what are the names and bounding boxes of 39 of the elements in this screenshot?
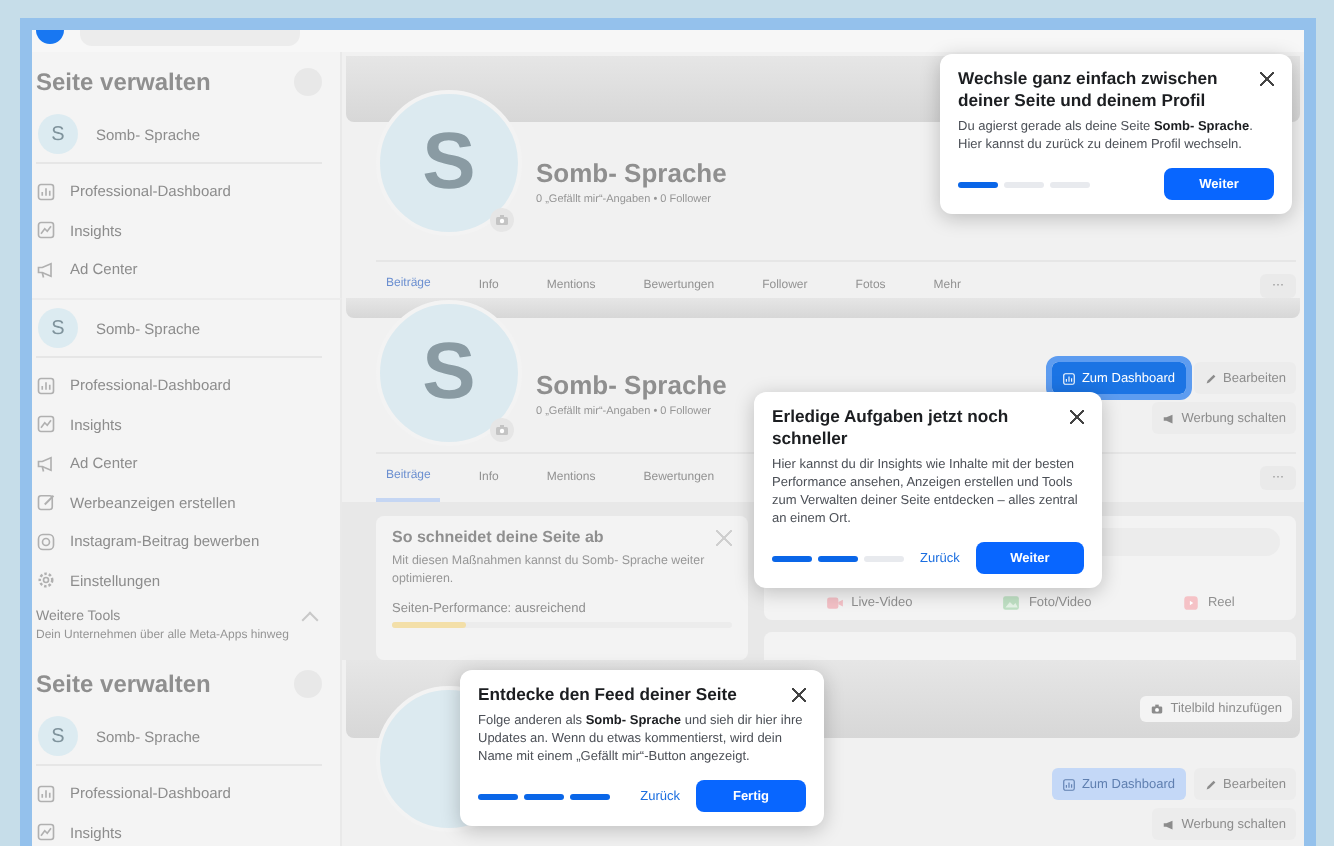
- chart-icon: [36, 181, 56, 202]
- megaphone-icon: [36, 259, 56, 280]
- pencil-icon: [1203, 777, 1218, 791]
- pencil-icon: [1203, 371, 1218, 385]
- chart-icon: [36, 783, 56, 804]
- sidebar-title: Seite verwalten: [36, 68, 211, 96]
- camera-icon: [1150, 702, 1165, 716]
- camera-icon: [494, 422, 510, 438]
- page-title: Somb- Sprache: [536, 370, 727, 400]
- camera-icon: [494, 212, 510, 228]
- sidebar-title: Seite verwalten: [36, 670, 211, 698]
- reel-icon: [1181, 594, 1200, 612]
- chart-icon: [36, 375, 56, 396]
- megaphone-icon: [1161, 817, 1176, 831]
- page-title: Somb- Sprache: [536, 158, 727, 188]
- photo-icon: [1002, 594, 1021, 612]
- megaphone-icon: [1161, 411, 1176, 425]
- popup-title: Wechsle ganz einfach zwischen deiner Seite und deinem Profil: [958, 68, 1220, 112]
- chart-icon: [36, 414, 56, 435]
- close-icon[interactable]: [792, 688, 806, 702]
- chart-icon: [36, 220, 56, 241]
- chart-icon: [1061, 777, 1076, 791]
- chart-icon: [36, 822, 56, 843]
- gear-icon: [36, 570, 56, 591]
- pencil-icon: [36, 492, 56, 513]
- video-icon: [825, 594, 844, 612]
- popup-title: Erledige Aufgaben jetzt noch schneller: [772, 406, 1011, 450]
- avatar: S: [376, 300, 522, 446]
- avatar: S: [38, 716, 78, 756]
- avatar: S: [38, 114, 78, 154]
- avatar: S: [38, 308, 78, 348]
- close-icon[interactable]: [1260, 72, 1274, 86]
- close-icon[interactable]: [1070, 410, 1084, 424]
- chart-icon: [1061, 371, 1076, 385]
- card-title: So schneidet deine Seite ab: [392, 528, 604, 546]
- search-field[interactable]: [80, 30, 300, 46]
- megaphone-icon: [36, 453, 56, 474]
- popup-title: Entdecke den Feed deiner Seite: [478, 684, 737, 706]
- instagram-icon: [36, 531, 56, 552]
